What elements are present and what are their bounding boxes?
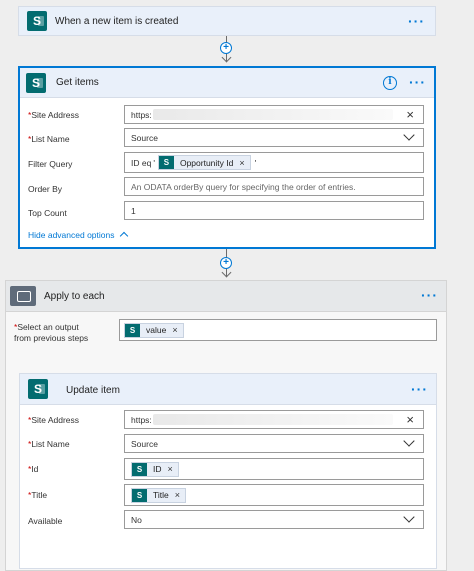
chevron-down-icon: [403, 435, 415, 447]
title-token[interactable]: S Title ×: [131, 487, 187, 503]
value-token[interactable]: S value ×: [124, 322, 184, 338]
apply-to-each-header[interactable]: Apply to each ···: [6, 281, 446, 312]
sharepoint-icon: S: [28, 379, 48, 399]
clear-icon[interactable]: ×: [406, 413, 414, 426]
loop-icon: [10, 286, 36, 306]
chevron-up-icon: [119, 231, 129, 241]
apply-to-each-card: Apply to each ··· *Select an output from…: [5, 280, 447, 571]
arrow-down-icon: [221, 267, 232, 278]
update-item-header[interactable]: S Update item ···: [20, 374, 436, 405]
list-name-label: *List Name: [28, 439, 70, 449]
more-options-icon[interactable]: ···: [411, 381, 428, 397]
top-count-label: Top Count: [28, 208, 67, 218]
id-label: *Id: [28, 464, 39, 474]
top-count-field[interactable]: 1: [124, 201, 424, 220]
clear-icon[interactable]: ×: [406, 108, 414, 121]
title-field[interactable]: S Title ×: [124, 484, 424, 506]
list-name-dropdown[interactable]: Source: [124, 128, 424, 147]
select-output-label: *Select an output from previous steps: [14, 322, 89, 343]
sharepoint-icon: S: [158, 156, 174, 169]
update-item-title: Update item: [66, 385, 120, 396]
redacted-url: [153, 109, 393, 120]
sharepoint-icon: S: [132, 462, 147, 476]
filter-query-label: Filter Query: [28, 159, 73, 169]
chevron-down-icon: [403, 129, 415, 141]
available-label: Available: [28, 516, 63, 526]
get-items-header[interactable]: S Get items i ···: [20, 68, 434, 98]
trigger-title: When a new item is created: [55, 16, 179, 27]
order-by-label: Order By: [28, 184, 63, 194]
more-options-icon[interactable]: ···: [408, 13, 425, 29]
select-output-field[interactable]: S value ×: [119, 319, 437, 341]
sharepoint-icon: S: [26, 73, 46, 93]
more-options-icon[interactable]: ···: [421, 287, 438, 303]
remove-token-icon[interactable]: ×: [175, 490, 180, 500]
sharepoint-icon: S: [27, 11, 47, 31]
list-name-label: *List Name: [28, 134, 70, 144]
title-label: *Title: [28, 490, 48, 500]
filter-query-field[interactable]: ID eq ' S Opportunity Id × ': [124, 152, 424, 173]
id-field[interactable]: S ID ×: [124, 458, 424, 480]
get-items-title: Get items: [56, 77, 99, 88]
more-options-icon[interactable]: ···: [409, 74, 426, 90]
site-address-label: *Site Address: [28, 110, 80, 120]
sharepoint-icon: S: [132, 488, 147, 502]
remove-token-icon[interactable]: ×: [239, 158, 244, 168]
available-dropdown[interactable]: No: [124, 510, 424, 529]
get-items-card: S Get items i ··· *Site Address https: ×…: [18, 66, 436, 249]
remove-token-icon[interactable]: ×: [172, 325, 177, 335]
opportunity-id-token[interactable]: S Opportunity Id ×: [157, 155, 251, 170]
apply-to-each-title: Apply to each: [44, 291, 105, 302]
site-address-field[interactable]: https: ×: [124, 105, 424, 124]
trigger-card[interactable]: S When a new item is created ···: [18, 6, 436, 36]
id-token[interactable]: S ID ×: [131, 461, 179, 477]
chevron-down-icon: [403, 511, 415, 523]
redacted-url: [153, 414, 393, 425]
list-name-dropdown[interactable]: Source: [124, 434, 424, 453]
update-item-card: S Update item ··· *Site Address https: ×…: [19, 373, 437, 569]
site-address-field[interactable]: https: ×: [124, 410, 424, 429]
sharepoint-icon: S: [125, 323, 140, 337]
info-icon[interactable]: i: [383, 76, 397, 90]
order-by-field[interactable]: An ODATA orderBy query for specifying th…: [124, 177, 424, 196]
site-address-label: *Site Address: [28, 415, 80, 425]
remove-token-icon[interactable]: ×: [168, 464, 173, 474]
hide-advanced-options-link[interactable]: Hide advanced options: [28, 230, 129, 241]
arrow-down-icon: [221, 52, 232, 63]
